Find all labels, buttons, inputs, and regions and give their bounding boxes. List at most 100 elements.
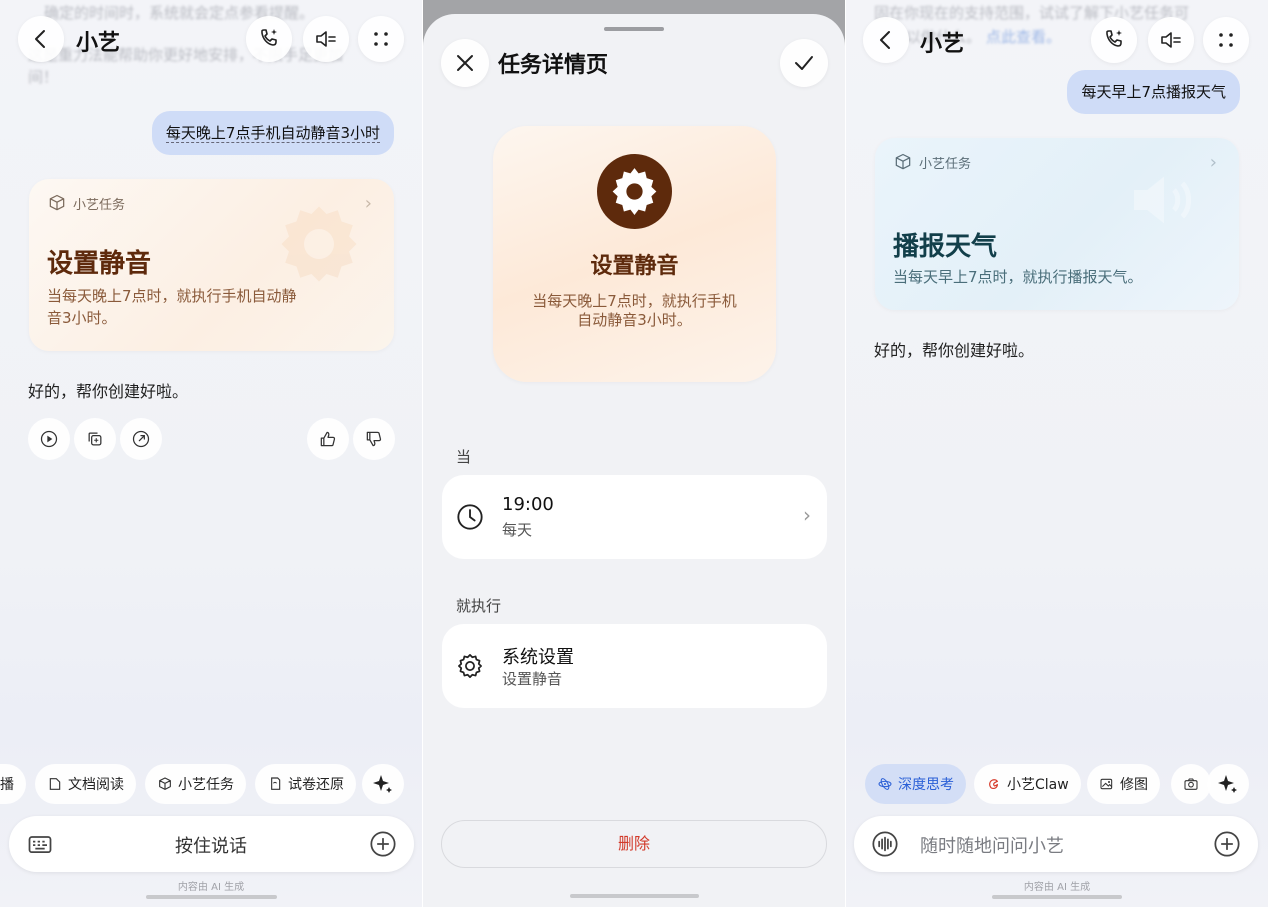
chip-xiaoyi-task[interactable]: 小艺任务 xyxy=(145,764,246,804)
cube-icon xyxy=(49,194,65,211)
chat-screen-right: 固在你现在的支持范围，试试了解下小艺任务可 以做什么。 点此查看。 小艺 每天早… xyxy=(846,0,1268,907)
chip-exam-restore[interactable]: 试卷还原 xyxy=(255,764,356,804)
task-summary-desc-line1: 当每天晚上7点时，就执行手机 xyxy=(532,292,737,310)
claw-icon xyxy=(989,779,999,790)
sheet-drag-handle[interactable] xyxy=(604,27,664,31)
plus-circle-icon[interactable] xyxy=(1213,830,1241,858)
speaker-button[interactable] xyxy=(1148,17,1194,63)
page-title: 小艺 xyxy=(920,32,965,57)
document-icon xyxy=(49,778,61,790)
grid-dots-icon xyxy=(1219,33,1233,47)
more-button[interactable] xyxy=(358,16,404,62)
thumbs-up-button[interactable] xyxy=(307,418,349,460)
chevron-left-icon xyxy=(880,31,890,49)
speaker-icon xyxy=(1161,32,1181,48)
voice-call-button[interactable] xyxy=(1091,17,1137,63)
sparkle-button[interactable] xyxy=(362,764,404,804)
sparkle-button[interactable] xyxy=(1207,764,1249,804)
chip-label: 试卷还原 xyxy=(288,777,344,793)
home-indicator[interactable] xyxy=(570,894,699,898)
chevron-right-icon: › xyxy=(364,193,372,214)
assistant-reply: 好的，帮你创建好啦。 xyxy=(874,341,1035,360)
task-card-desc: 当每天早上7点时，就执行播报天气。 xyxy=(893,268,1143,286)
speaker-icon xyxy=(316,31,336,47)
paper-restore-icon xyxy=(271,777,281,790)
ai-generated-footer: 内容由 AI 生成 xyxy=(177,882,245,893)
close-icon xyxy=(457,55,473,71)
user-message-bubble[interactable]: 每天早上7点播报天气 xyxy=(1067,70,1240,114)
user-message-text: 每天早上7点播报天气 xyxy=(1081,83,1226,101)
gear-icon xyxy=(458,654,482,678)
page-title: 小艺 xyxy=(76,31,121,56)
plus-circle-icon[interactable] xyxy=(369,830,397,858)
task-tag: 小艺任务 xyxy=(893,152,971,172)
home-indicator[interactable] xyxy=(992,895,1122,899)
user-message-text: 每天晚上7点手机自动静音3小时 xyxy=(165,124,380,143)
sparkle-icon xyxy=(373,775,392,793)
task-card-desc-line2: 音3小时。 xyxy=(47,309,117,327)
chevron-right-icon: › xyxy=(803,503,811,527)
check-icon xyxy=(795,56,813,70)
close-button[interactable] xyxy=(441,39,489,87)
confirm-button[interactable] xyxy=(780,39,828,87)
camera-button[interactable] xyxy=(1171,764,1211,804)
chip-document-reading[interactable]: 文档阅读 xyxy=(35,764,136,804)
atom-icon xyxy=(878,778,892,790)
sparkle-icon xyxy=(1218,775,1237,793)
action-row[interactable]: 系统设置 设置静音 xyxy=(442,624,827,708)
play-button[interactable] xyxy=(28,418,70,460)
task-detail-sheet: 任务详情页 设置静音 当每天晚上7点时，就执行手机 自动静音3小时。 当 19:… xyxy=(423,14,845,907)
task-card[interactable]: 小艺任务 › 设置静音 当每天晚上7点时，就执行手机自动静 音3小时。 xyxy=(29,179,394,351)
chip-deep-thinking[interactable]: 深度思考 xyxy=(865,764,966,804)
back-button[interactable] xyxy=(863,17,909,63)
cube-icon xyxy=(895,153,911,170)
sheet-title: 任务详情页 xyxy=(498,53,609,78)
ai-generated-footer: 内容由 AI 生成 xyxy=(1023,882,1091,893)
phone-sparkle-icon xyxy=(261,29,277,46)
when-section-label: 当 xyxy=(456,448,472,466)
text-input-bar[interactable]: 随时随地问问小艺 xyxy=(854,816,1258,872)
voice-call-button[interactable] xyxy=(246,16,292,62)
chip-xiaoyi-claw[interactable]: 小艺Claw xyxy=(974,764,1081,804)
chip-broadcast[interactable]: 播 xyxy=(0,764,26,804)
hold-to-talk-label[interactable]: 按住说话 xyxy=(175,832,247,858)
home-indicator[interactable] xyxy=(146,895,277,899)
speaker-button[interactable] xyxy=(303,16,349,62)
chip-label: 文档阅读 xyxy=(68,777,124,793)
back-button[interactable] xyxy=(18,16,64,62)
clock-icon xyxy=(457,504,483,530)
voice-input-bar[interactable]: 按住说话 xyxy=(9,816,414,872)
task-card[interactable]: 小艺任务 › 播报天气 当每天早上7点时，就执行播报天气。 xyxy=(875,138,1239,310)
task-tag: 小艺任务 xyxy=(47,193,125,213)
task-card-title: 播报天气 xyxy=(893,232,998,262)
delete-button[interactable]: 删除 xyxy=(441,820,827,868)
task-summary-card: 设置静音 当每天晚上7点时，就执行手机 自动静音3小时。 xyxy=(493,126,776,382)
task-card-desc-line1: 当每天晚上7点时，就执行手机自动静 xyxy=(47,287,297,305)
task-summary-title: 设置静音 xyxy=(590,254,679,279)
image-edit-icon xyxy=(1100,778,1113,790)
keyboard-icon[interactable] xyxy=(26,830,54,858)
chip-photo-edit[interactable]: 修图 xyxy=(1087,764,1160,804)
faded-history-line: 间！ xyxy=(28,68,59,86)
assistant-reply: 好的，帮你创建好啦。 xyxy=(28,382,189,401)
chat-input-placeholder[interactable]: 随时随地问问小艺 xyxy=(920,832,1064,858)
task-detail-screen: 任务详情页 设置静音 当每天晚上7点时，就执行手机 自动静音3小时。 当 19:… xyxy=(423,0,845,907)
chevron-right-icon: › xyxy=(1209,152,1217,173)
thumbs-down-button[interactable] xyxy=(353,418,395,460)
phone-sparkle-icon xyxy=(1106,30,1122,47)
settings-gear-icon xyxy=(597,154,672,229)
chip-label: 小艺Claw xyxy=(1007,777,1069,793)
cube-icon xyxy=(159,777,171,790)
copy-button[interactable] xyxy=(74,418,116,460)
user-message-bubble[interactable]: 每天晚上7点手机自动静音3小时 xyxy=(151,111,394,155)
camera-icon xyxy=(1184,778,1198,790)
faded-history-line: 固在你现在的支持范围，试试了解下小艺任务可 xyxy=(874,4,1190,22)
trigger-time-row[interactable]: 19:00 每天 › xyxy=(442,475,827,559)
more-button[interactable] xyxy=(1203,17,1249,63)
gear-watermark-icon xyxy=(281,206,357,282)
voice-wave-icon[interactable] xyxy=(871,830,899,858)
chip-label: 修图 xyxy=(1120,777,1148,793)
task-tag-label: 小艺任务 xyxy=(919,156,972,172)
copy-icon xyxy=(88,432,102,446)
share-button[interactable] xyxy=(120,418,162,460)
